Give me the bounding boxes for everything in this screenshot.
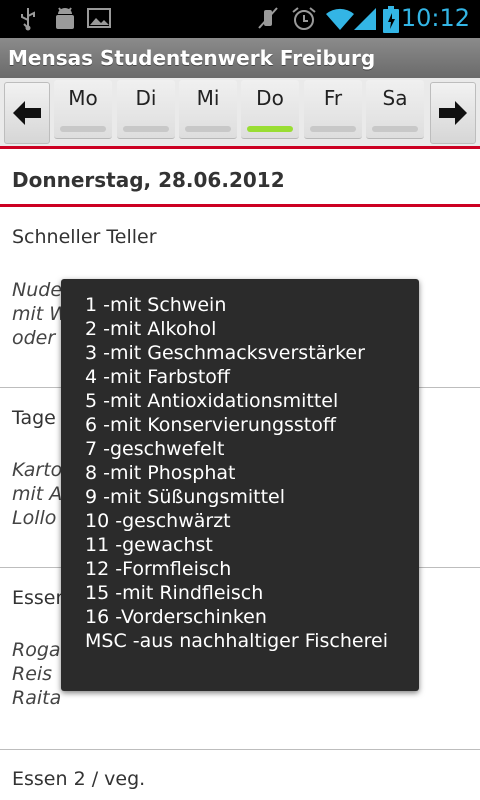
- menu-section-title: Tage: [12, 407, 56, 429]
- arrow-right-icon: [439, 101, 467, 125]
- day-tab-label: Fr: [323, 86, 343, 110]
- day-tab-do[interactable]: Do: [241, 80, 299, 139]
- additive-item: 6 -mit Konservierungsstoff: [85, 414, 336, 436]
- day-tab-label: Sa: [382, 86, 408, 110]
- day-indicator: [310, 126, 356, 132]
- day-tab-label: Di: [135, 86, 157, 110]
- day-tab-label: Do: [256, 86, 284, 110]
- additives-legend-popup: 1 -mit Schwein 2 -mit Alkohol 3 -mit Ges…: [61, 279, 419, 691]
- menu-description-line: oder: [12, 327, 56, 349]
- alarm-icon: [290, 6, 318, 37]
- additive-item: 9 -mit Süßungsmittel: [85, 486, 286, 508]
- menu-description-line: mit W: [12, 303, 69, 325]
- day-indicator: [123, 126, 169, 132]
- menu-section-description: Nude mit W oder: [12, 278, 68, 350]
- signal-icon: [352, 6, 378, 37]
- day-tab-label: Mi: [196, 86, 220, 110]
- app-title-bar: Mensas Studentenwerk Freiburg: [0, 38, 480, 78]
- additive-item: 3 -mit Geschmacksverstärker: [85, 342, 365, 364]
- menu-description-line: Reis: [12, 663, 53, 685]
- additive-item: 1 -mit Schwein: [85, 294, 227, 316]
- additive-item: 15 -mit Rindfleisch: [85, 582, 264, 604]
- arrow-left-icon: [13, 101, 41, 125]
- menu-description-line: mit A: [12, 483, 63, 505]
- day-tab-mi[interactable]: Mi: [179, 80, 237, 139]
- day-tab-label: Mo: [68, 86, 98, 110]
- usb-icon: [16, 6, 40, 37]
- next-day-button[interactable]: [430, 82, 476, 144]
- day-indicator-active: [247, 126, 293, 132]
- day-indicator: [60, 126, 106, 132]
- clock: 10:12: [400, 4, 470, 32]
- additive-item: 5 -mit Antioxidationsmittel: [85, 390, 339, 412]
- additives-list: 1 -mit Schwein 2 -mit Alkohol 3 -mit Ges…: [61, 279, 419, 653]
- app-title: Mensas Studentenwerk Freiburg: [8, 46, 376, 70]
- menu-description-line: Raita: [12, 687, 62, 709]
- additive-item: 2 -mit Alkohol: [85, 318, 217, 340]
- menu-section-title: Essen: [12, 587, 68, 609]
- menu-section-title: Essen 2 / veg.: [12, 768, 146, 790]
- additive-item: 16 -Vorderschinken: [85, 606, 267, 628]
- status-bar: 10:12: [0, 0, 480, 38]
- menu-description-line: Lollo: [12, 507, 57, 529]
- previous-day-button[interactable]: [4, 82, 50, 144]
- additive-item: 12 -Formfleisch: [85, 558, 232, 580]
- menu-description-line: Karto: [12, 459, 63, 481]
- gallery-icon: [86, 6, 112, 35]
- menu-description-line: Roga: [12, 639, 61, 661]
- menu-section-description: Roga Reis Raita: [12, 638, 61, 710]
- day-selector: Mo Di Mi Do Fr Sa: [0, 78, 480, 146]
- section-separator: [0, 749, 480, 750]
- header-divider-top: [0, 146, 480, 149]
- menu-description-line: Nude: [12, 279, 63, 301]
- additive-item: 11 -gewachst: [85, 534, 213, 556]
- day-tab-di[interactable]: Di: [117, 80, 175, 139]
- additive-item: MSC -aus nachhaltiger Fischerei: [85, 630, 388, 652]
- additive-item: 4 -mit Farbstoff: [85, 366, 231, 388]
- muted-icon: [256, 6, 280, 37]
- additive-item: 7 -geschwefelt: [85, 438, 225, 460]
- menu-section-description: Karto mit A Lollo: [12, 458, 62, 530]
- day-indicator: [372, 126, 418, 132]
- day-indicator: [185, 126, 231, 132]
- day-tab-sa[interactable]: Sa: [366, 80, 424, 139]
- day-tab-mo[interactable]: Mo: [54, 80, 112, 139]
- android-debug-icon: [52, 6, 78, 37]
- battery-icon: [382, 6, 400, 39]
- menu-section-title: Schneller Teller: [12, 226, 157, 248]
- header-divider-bottom: [0, 204, 480, 207]
- additive-item: 8 -mit Phosphat: [85, 462, 236, 484]
- day-tab-fr[interactable]: Fr: [304, 80, 362, 139]
- date-header: Donnerstag, 28.06.2012: [12, 168, 285, 192]
- additive-item: 10 -geschwärzt: [85, 510, 231, 532]
